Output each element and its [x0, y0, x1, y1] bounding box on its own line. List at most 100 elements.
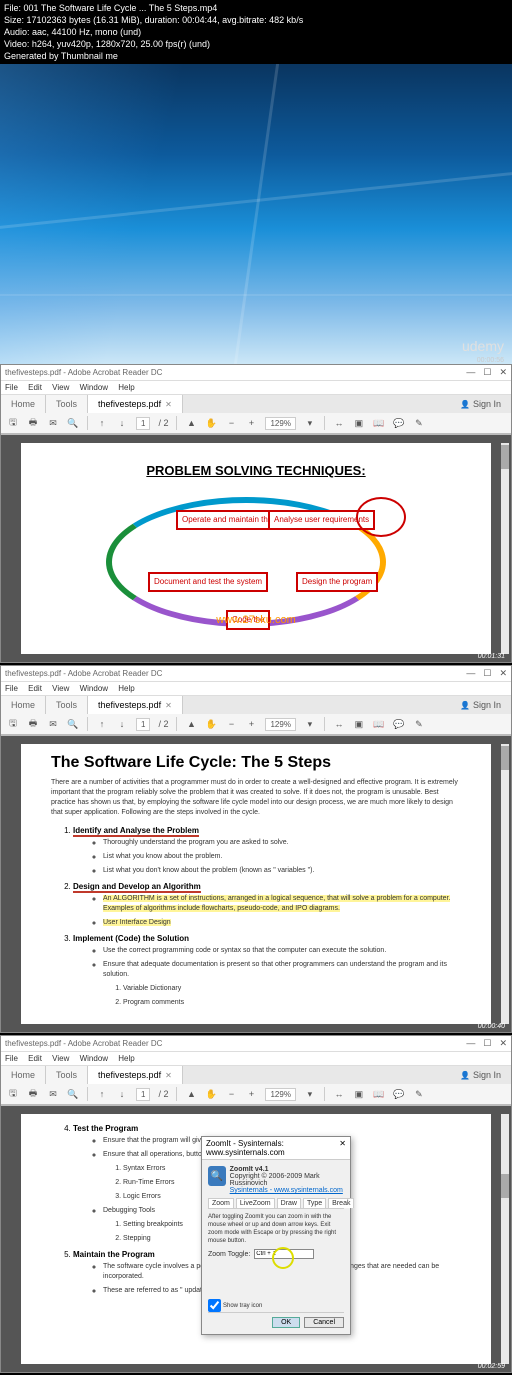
- mail-icon[interactable]: ✉: [47, 1088, 59, 1100]
- zoomout-icon[interactable]: −: [225, 718, 237, 730]
- menu-help[interactable]: Help: [118, 383, 134, 392]
- tab-home[interactable]: Home: [1, 696, 46, 714]
- sign-icon[interactable]: ✎: [413, 1088, 425, 1100]
- pointer-icon[interactable]: ▲: [185, 1088, 197, 1100]
- search-icon[interactable]: 🔍: [67, 718, 79, 730]
- print-icon[interactable]: 🖶: [27, 1088, 39, 1100]
- sign-icon[interactable]: ✎: [413, 417, 425, 429]
- chevron-down-icon[interactable]: ▾: [304, 718, 316, 730]
- scrollbar[interactable]: [501, 443, 509, 654]
- comment-icon[interactable]: 💬: [393, 417, 405, 429]
- scrollbar-thumb[interactable]: [501, 1174, 509, 1198]
- print-icon[interactable]: 🖶: [27, 417, 39, 429]
- save-icon[interactable]: 🖫: [7, 417, 19, 429]
- scrollbar[interactable]: [501, 744, 509, 1024]
- zoom-input[interactable]: 129%: [265, 1088, 295, 1101]
- menu-view[interactable]: View: [52, 383, 69, 392]
- tab-document[interactable]: thefivesteps.pdf✕: [88, 696, 183, 714]
- menu-edit[interactable]: Edit: [28, 684, 42, 693]
- search-icon[interactable]: 🔍: [67, 417, 79, 429]
- page-up-icon[interactable]: ↑: [96, 718, 108, 730]
- menu-file[interactable]: File: [5, 684, 18, 693]
- zoom-input[interactable]: 129%: [265, 417, 295, 430]
- fitwidth-icon[interactable]: ↔: [333, 718, 345, 730]
- fitpage-icon[interactable]: ▣: [353, 718, 365, 730]
- chevron-down-icon[interactable]: ▾: [304, 417, 316, 429]
- close-icon[interactable]: ✕: [499, 367, 507, 378]
- zoomit-link[interactable]: Sysinternals - www.sysinternals.com: [230, 1187, 344, 1194]
- menu-window[interactable]: Window: [80, 684, 108, 693]
- menu-edit[interactable]: Edit: [28, 1054, 42, 1063]
- page-down-icon[interactable]: ↓: [116, 718, 128, 730]
- zoomin-icon[interactable]: +: [245, 1088, 257, 1100]
- read-icon[interactable]: 📖: [373, 1088, 385, 1100]
- page-down-icon[interactable]: ↓: [116, 417, 128, 429]
- scrollbar-thumb[interactable]: [501, 746, 509, 770]
- save-icon[interactable]: 🖫: [7, 1088, 19, 1100]
- sign-icon[interactable]: ✎: [413, 718, 425, 730]
- zoomout-icon[interactable]: −: [225, 1088, 237, 1100]
- maximize-icon[interactable]: ☐: [483, 1038, 491, 1049]
- search-icon[interactable]: 🔍: [67, 1088, 79, 1100]
- fitpage-icon[interactable]: ▣: [353, 1088, 365, 1100]
- page-input[interactable]: 1: [136, 417, 150, 430]
- tab-tools[interactable]: Tools: [46, 696, 88, 714]
- menu-window[interactable]: Window: [80, 1054, 108, 1063]
- tab-tools[interactable]: Tools: [46, 395, 88, 413]
- menu-window[interactable]: Window: [80, 383, 108, 392]
- read-icon[interactable]: 📖: [373, 718, 385, 730]
- menu-help[interactable]: Help: [118, 1054, 134, 1063]
- page-up-icon[interactable]: ↑: [96, 417, 108, 429]
- fitwidth-icon[interactable]: ↔: [333, 417, 345, 429]
- zoom-input[interactable]: 129%: [265, 718, 295, 731]
- fitwidth-icon[interactable]: ↔: [333, 1088, 345, 1100]
- read-icon[interactable]: 📖: [373, 417, 385, 429]
- mail-icon[interactable]: ✉: [47, 718, 59, 730]
- hand-icon[interactable]: ✋: [205, 718, 217, 730]
- ok-button[interactable]: OK: [272, 1317, 300, 1328]
- signin-button[interactable]: Sign In: [450, 395, 511, 413]
- print-icon[interactable]: 🖶: [27, 718, 39, 730]
- page-input[interactable]: 1: [136, 718, 150, 731]
- cancel-button[interactable]: Cancel: [304, 1317, 344, 1328]
- save-icon[interactable]: 🖫: [7, 718, 19, 730]
- comment-icon[interactable]: 💬: [393, 718, 405, 730]
- menu-edit[interactable]: Edit: [28, 383, 42, 392]
- pointer-icon[interactable]: ▲: [185, 718, 197, 730]
- page-input[interactable]: 1: [136, 1088, 150, 1101]
- tab-break[interactable]: Break: [328, 1198, 354, 1208]
- minimize-icon[interactable]: —: [466, 1038, 475, 1049]
- signin-button[interactable]: Sign In: [450, 696, 511, 714]
- maximize-icon[interactable]: ☐: [483, 367, 491, 378]
- hand-icon[interactable]: ✋: [205, 1088, 217, 1100]
- tab-livezoom[interactable]: LiveZoom: [236, 1198, 275, 1208]
- tab-home[interactable]: Home: [1, 1066, 46, 1084]
- tab-close-icon[interactable]: ✕: [165, 1071, 172, 1080]
- menu-view[interactable]: View: [52, 1054, 69, 1063]
- zoomout-icon[interactable]: −: [225, 417, 237, 429]
- tab-close-icon[interactable]: ✕: [165, 701, 172, 710]
- tab-document[interactable]: thefivesteps.pdf✕: [88, 1066, 183, 1084]
- menu-help[interactable]: Help: [118, 684, 134, 693]
- tab-home[interactable]: Home: [1, 395, 46, 413]
- signin-button[interactable]: Sign In: [450, 1066, 511, 1084]
- zoomin-icon[interactable]: +: [245, 417, 257, 429]
- tab-document[interactable]: thefivesteps.pdf✕: [88, 395, 183, 413]
- page-down-icon[interactable]: ↓: [116, 1088, 128, 1100]
- menu-view[interactable]: View: [52, 684, 69, 693]
- minimize-icon[interactable]: —: [466, 668, 475, 679]
- chevron-down-icon[interactable]: ▾: [304, 1088, 316, 1100]
- tray-checkbox[interactable]: [208, 1299, 221, 1312]
- menu-file[interactable]: File: [5, 383, 18, 392]
- minimize-icon[interactable]: —: [466, 367, 475, 378]
- pointer-icon[interactable]: ▲: [185, 417, 197, 429]
- mail-icon[interactable]: ✉: [47, 417, 59, 429]
- zoomin-icon[interactable]: +: [245, 718, 257, 730]
- scrollbar-thumb[interactable]: [501, 445, 509, 469]
- comment-icon[interactable]: 💬: [393, 1088, 405, 1100]
- tab-draw[interactable]: Draw: [277, 1198, 301, 1208]
- hand-icon[interactable]: ✋: [205, 417, 217, 429]
- close-icon[interactable]: ✕: [499, 668, 507, 679]
- tab-tools[interactable]: Tools: [46, 1066, 88, 1084]
- menu-file[interactable]: File: [5, 1054, 18, 1063]
